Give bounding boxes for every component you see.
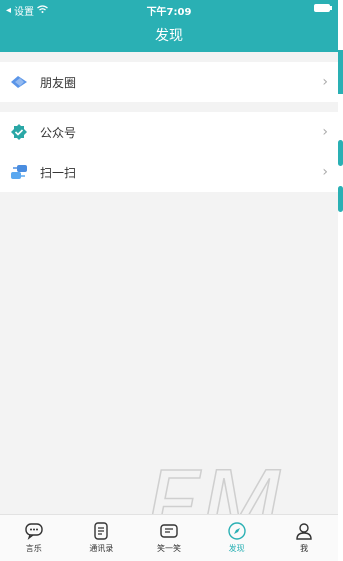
tab-bar: 言乐 通讯录 笑一笑 发现 我: [0, 514, 338, 561]
list-item-label: 扫一扫: [40, 165, 77, 180]
edge-strip: [338, 0, 343, 561]
moments-icon: [10, 73, 28, 91]
chevron-right-icon: ›: [322, 74, 328, 90]
status-right: [314, 4, 332, 15]
page-title: 发现: [155, 28, 183, 44]
tab-me[interactable]: 我: [270, 515, 338, 561]
group-services: 公众号 › 扫一扫 ›: [0, 112, 338, 192]
tab-label: 言乐: [25, 544, 42, 553]
edge-strip-segment: [338, 50, 343, 94]
list-item-scan[interactable]: 扫一扫 ›: [0, 152, 338, 192]
tab-label: 笑一笑: [156, 544, 181, 553]
chevron-right-icon: ›: [322, 164, 328, 180]
chevron-right-icon: ›: [322, 124, 328, 140]
group-moments: 朋友圈 ›: [0, 62, 338, 102]
contacts-icon: [94, 522, 109, 540]
tab-chat[interactable]: 言乐: [0, 515, 68, 561]
list-item-label: 公众号: [40, 125, 77, 140]
status-bar: ◂ 设置 下午7:09: [0, 0, 338, 18]
scan-icon: [10, 163, 28, 181]
list-item-moments[interactable]: 朋友圈 ›: [0, 62, 338, 102]
tab-label: 发现: [228, 544, 245, 553]
joke-icon: [160, 524, 178, 538]
list-item-official-account[interactable]: 公众号 ›: [0, 112, 338, 152]
tab-label: 我: [300, 544, 309, 553]
edge-strip-segment: [338, 186, 343, 212]
battery-icon: [314, 4, 332, 12]
official-account-icon: [10, 123, 28, 141]
tab-contacts[interactable]: 通讯录: [68, 515, 136, 561]
person-icon: [296, 523, 312, 540]
tab-label: 通讯录: [89, 544, 114, 553]
list-item-label: 朋友圈: [40, 75, 77, 90]
compass-icon: [227, 522, 246, 540]
tab-discover[interactable]: 发现: [203, 515, 271, 561]
nav-bar: 发现: [0, 18, 338, 52]
chat-bubble-icon: [25, 523, 43, 540]
status-time: 下午7:09: [146, 7, 192, 18]
phone-screen: ◂ 设置 下午7:09 发现 朋友圈 › 公众号 › 扫一扫 › FM 言乐 通…: [0, 0, 338, 561]
edge-strip-segment: [338, 140, 343, 166]
tab-joke[interactable]: 笑一笑: [135, 515, 203, 561]
